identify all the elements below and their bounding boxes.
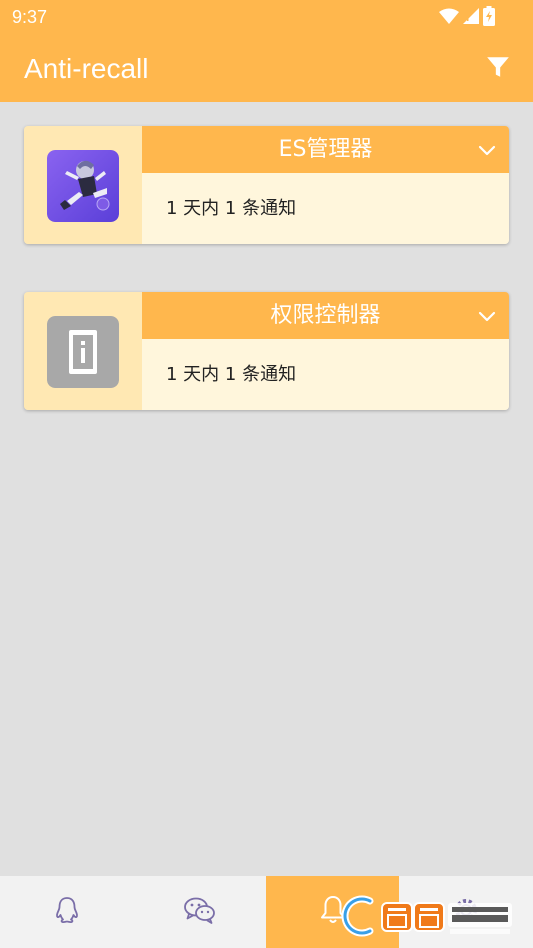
card-app-name: 权限控制器 <box>270 303 381 328</box>
chevron-down-icon[interactable] <box>475 304 499 328</box>
wifi-icon <box>439 8 459 28</box>
filter-button[interactable] <box>483 54 513 84</box>
card-app-name: ES管理器 <box>278 137 373 162</box>
status-bar: 9:37 <box>0 0 533 36</box>
app-title: Anti-recall <box>24 53 149 84</box>
nav-tab-notifications[interactable] <box>266 876 399 948</box>
card-body: 1 天内 1 条通知 <box>142 339 509 410</box>
card-summary: 1 天内 1 条通知 <box>166 364 297 385</box>
nav-tab-wechat[interactable] <box>133 876 266 948</box>
chevron-down-icon[interactable] <box>475 138 499 162</box>
anime-character-app-icon <box>47 150 119 222</box>
notification-card[interactable]: 权限控制器 1 天内 1 条通知 <box>24 292 509 410</box>
wechat-icon <box>183 895 217 929</box>
status-time: 9:37 <box>12 7 48 27</box>
battery-charging-icon <box>483 6 495 30</box>
signal-icon <box>463 8 479 28</box>
card-icon-panel <box>24 126 142 244</box>
card-body: 1 天内 1 条通知 <box>142 173 509 244</box>
app-bar: Anti-recall <box>0 36 533 102</box>
card-icon-panel <box>24 292 142 410</box>
card-header: ES管理器 <box>142 126 509 173</box>
status-icons <box>439 6 495 30</box>
settings-gear-icon <box>451 895 481 929</box>
notification-card[interactable]: ES管理器 1 天内 1 条通知 <box>24 126 509 244</box>
bottom-nav <box>0 876 533 948</box>
nav-tab-settings[interactable] <box>399 876 532 948</box>
filter-icon <box>485 54 511 84</box>
card-summary: 1 天内 1 条通知 <box>166 198 297 219</box>
permission-controller-app-icon <box>47 316 119 388</box>
card-header: 权限控制器 <box>142 292 509 339</box>
bell-icon <box>318 894 348 930</box>
qq-penguin-icon <box>52 895 82 929</box>
nav-tab-qq[interactable] <box>0 876 133 948</box>
